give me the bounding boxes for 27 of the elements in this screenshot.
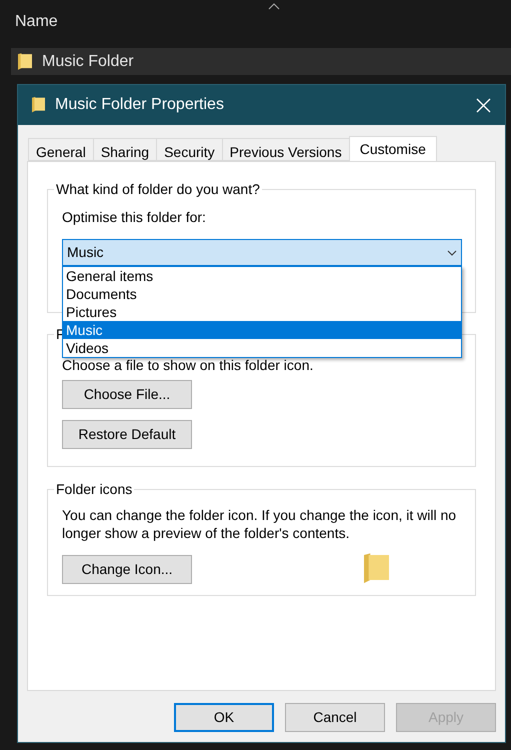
tab[interactable]: Customise	[348, 136, 437, 162]
column-header[interactable]: Name	[0, 0, 511, 40]
description-text: Choose a file to show on this folder icon.	[62, 357, 314, 373]
chevron-down-icon	[447, 250, 457, 256]
window-title: Music Folder Properties	[55, 95, 225, 115]
dropdown-option[interactable]: Documents	[63, 285, 461, 303]
tab[interactable]: Sharing	[92, 138, 156, 161]
dialog-button[interactable]: Choose File...	[62, 380, 192, 409]
field-label: Optimise this folder for:	[62, 208, 207, 227]
description-text: You can change the folder icon. If you change the icon, it will no longer show a preview of the folder's contents.	[62, 506, 458, 542]
dialog-button[interactable]: Cancel	[285, 703, 385, 732]
close-icon[interactable]	[476, 98, 491, 112]
tab[interactable]: General	[28, 138, 93, 161]
dropdown-option[interactable]: Music	[63, 321, 461, 339]
sort-caret-icon	[268, 2, 280, 10]
dropdown-option[interactable]: General items	[63, 267, 461, 285]
folder-icon	[18, 52, 32, 70]
dialog-button[interactable]: Change Icon...	[62, 554, 192, 584]
tab[interactable]: Security	[156, 138, 222, 161]
dialog-button[interactable]: OK	[174, 703, 274, 732]
dropdown-option[interactable]: Pictures	[63, 303, 461, 321]
file-name: Music Folder	[42, 52, 134, 72]
folder-type-combo[interactable]: Music	[62, 239, 462, 266]
folder-icon	[32, 96, 45, 114]
tab[interactable]: Previous Versions	[222, 138, 349, 161]
file-row[interactable]: Music Folder	[11, 48, 511, 75]
dialog-button[interactable]: Restore Default	[62, 420, 192, 449]
